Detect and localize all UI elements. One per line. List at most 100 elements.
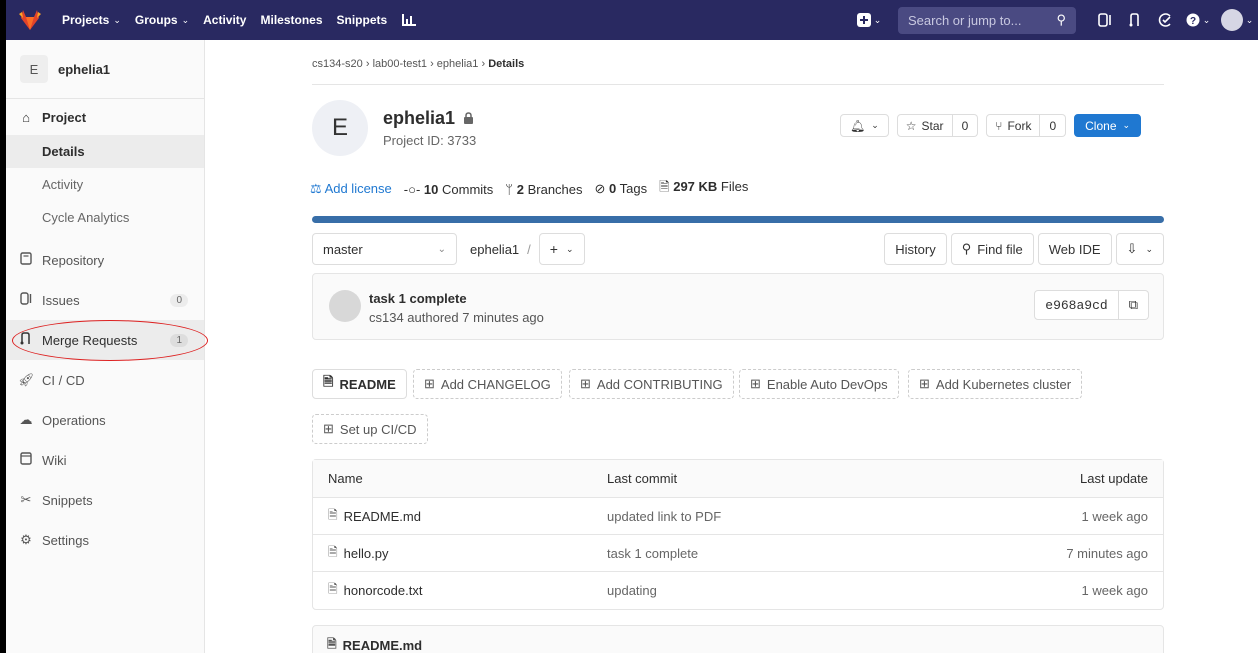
add-changelog-button[interactable]: ⊞ Add CHANGELOG <box>413 369 562 399</box>
clone-button[interactable]: Clone ⌄ <box>1074 114 1142 137</box>
analytics-chart-icon[interactable] <box>401 13 417 27</box>
branches-link[interactable]: ᛘ 2 Branches <box>505 182 582 197</box>
snippets-link[interactable]: Snippets <box>337 13 388 27</box>
todo-icon[interactable] <box>1150 13 1180 27</box>
sidebar-item-operations[interactable]: ☁︎ Operations <box>6 400 204 440</box>
milestones-link[interactable]: Milestones <box>260 13 322 27</box>
breadcrumb-separator-icon: › <box>365 58 373 70</box>
sidebar-item-snippets[interactable]: ✂ Snippets <box>6 480 204 520</box>
page-title: ephelia1 <box>383 108 474 129</box>
tag-icon: ⊘ <box>594 181 606 196</box>
sidebar-item-repository[interactable]: Repository <box>6 240 204 280</box>
file-name[interactable]: 🗎︎ hello.py <box>328 543 388 564</box>
star-button[interactable]: ☆ Star <box>896 114 953 137</box>
plus-square-icon: ⊞ <box>750 376 761 391</box>
fork-count[interactable]: 0 <box>1040 114 1067 137</box>
commit-sha[interactable]: e968a9cd <box>1034 290 1119 320</box>
activity-link[interactable]: Activity <box>203 13 246 27</box>
merge-request-icon[interactable] <box>1120 13 1150 27</box>
notification-button[interactable]: 🔔︎ ⌄ <box>840 114 889 137</box>
file-last-commit[interactable]: updating <box>607 583 657 598</box>
top-navbar: Projects ⌄ Groups ⌄ Activity Milestones Sn… <box>0 0 1258 40</box>
download-button[interactable]: ⇩ ⌄ <box>1115 233 1164 265</box>
file-icon: 🗎︎ <box>328 507 338 522</box>
tags-link[interactable]: ⊘ 0 Tags <box>595 181 648 197</box>
tags-count: 0 <box>609 181 617 196</box>
files-link[interactable]: 🗎︎ 297 KB Files <box>659 178 748 200</box>
table-row[interactable]: 🗎︎ README.md updated link to PDF 1 week a… <box>313 498 1163 535</box>
add-license-link[interactable]: ⚖ Add license <box>310 181 392 197</box>
file-icon: 🗎︎ <box>659 179 670 194</box>
branches-count: 2 <box>516 181 524 197</box>
lock-icon <box>463 108 474 129</box>
issues-icon <box>18 292 34 308</box>
find-file-label: Find file <box>977 241 1023 257</box>
star-count[interactable]: 0 <box>952 114 979 137</box>
add-to-tree-button[interactable]: + ⌄ <box>538 233 585 265</box>
sidebar-item-merge-requests[interactable]: Merge Requests 1 <box>6 320 208 361</box>
breadcrumb-subgroup[interactable]: lab00-test1 <box>373 58 427 70</box>
sidebar-item-wiki[interactable]: Wiki <box>6 440 204 480</box>
chevron-down-icon: ⌄ <box>113 14 121 25</box>
cicd-label: Set up CI/CD <box>339 421 417 437</box>
fork-button[interactable]: ⑂ Fork <box>986 114 1041 137</box>
column-header-last-update: Last update <box>1080 471 1148 486</box>
file-last-update: 1 week ago <box>1081 508 1149 524</box>
file-icon: 🗎︎ <box>328 582 338 596</box>
groups-menu[interactable]: Groups ⌄ <box>135 13 189 27</box>
sidebar-item-project[interactable]: ⌂ Project <box>6 99 204 135</box>
main-content: cs134-s20 › lab00-test1 › ephelia1 › Det… <box>206 40 1258 653</box>
sidebar-item-cycle-analytics[interactable]: Cycle Analytics <box>6 201 204 234</box>
branch-selector[interactable]: master ⌄ <box>312 233 457 265</box>
add-contributing-button[interactable]: ⊞ Add CONTRIBUTING <box>569 369 734 399</box>
sidebar-item-cicd[interactable]: 🚀︎ CI / CD <box>6 360 204 400</box>
commits-link[interactable]: -○- 10 Commits <box>404 182 494 197</box>
sidebar-item-details[interactable]: Details <box>6 135 204 168</box>
sidebar-item-label: CI / CD <box>42 372 85 388</box>
issues-icon[interactable] <box>1090 13 1120 27</box>
rocket-icon: 🚀︎ <box>18 372 35 387</box>
fork-label: Fork <box>1007 118 1032 133</box>
copy-sha-button[interactable]: ⧉ <box>1118 290 1149 320</box>
readme-title[interactable]: README.md <box>343 638 422 653</box>
user-avatar-menu[interactable]: ⌄ <box>1216 9 1258 31</box>
path-root[interactable]: ephelia1 <box>470 242 519 257</box>
chevron-down-icon: ⌄ <box>437 243 446 255</box>
web-ide-button[interactable]: Web IDE <box>1037 233 1112 265</box>
sidebar-item-settings[interactable]: ⚙ Settings <box>6 520 204 560</box>
table-row[interactable]: 🗎︎ honorcode.txt updating 1 week ago <box>313 572 1163 609</box>
commit-title[interactable]: task 1 complete <box>369 291 467 306</box>
breadcrumb-group[interactable]: cs134-s20 <box>312 58 363 70</box>
add-kubernetes-cluster-button[interactable]: ⊞ Add Kubernetes cluster <box>908 369 1083 399</box>
commits-count: 10 <box>423 181 439 197</box>
commit-icon: -○- <box>403 181 421 197</box>
file-last-update: 1 week ago <box>1081 583 1149 598</box>
readme-button[interactable]: 🗎︎ README <box>312 369 407 399</box>
projects-menu[interactable]: Projects ⌄ <box>62 13 121 27</box>
breadcrumb-project[interactable]: ephelia1 <box>437 58 479 70</box>
table-row[interactable]: 🗎︎ hello.py task 1 complete 7 minutes ago <box>313 535 1163 572</box>
sidebar-item-issues[interactable]: Issues 0 <box>6 280 204 320</box>
sidebar-item-label: Issues <box>42 292 80 308</box>
history-button[interactable]: History <box>884 233 947 265</box>
path-breadcrumb: ephelia1 / + ⌄ <box>470 233 585 265</box>
help-icon[interactable]: ? ⌄ <box>1180 13 1216 27</box>
file-name[interactable]: 🗎︎ honorcode.txt <box>328 580 422 601</box>
branch-name: master <box>323 241 363 257</box>
sidebar-item-activity[interactable]: Activity <box>6 168 204 201</box>
find-file-button[interactable]: ⚲ Find file <box>950 233 1034 265</box>
sidebar-project-header[interactable]: E ephelia1 <box>6 40 204 99</box>
search-icon: ⚲ <box>1056 12 1066 27</box>
toolbar-actions: History ⚲ Find file Web IDE ⇩ ⌄ <box>884 233 1164 265</box>
file-name[interactable]: 🗎︎ README.md <box>328 506 421 527</box>
chevron-down-icon: ⌄ <box>1122 120 1131 130</box>
new-item-plus-icon[interactable]: ⌄ <box>852 13 886 27</box>
set-up-cicd-button[interactable]: ⊞ Set up CI/CD <box>312 414 428 444</box>
file-last-commit[interactable]: updated link to PDF <box>607 509 721 524</box>
enable-auto-devops-button[interactable]: ⊞ Enable Auto DevOps <box>739 369 899 399</box>
files-label: Files <box>720 179 749 194</box>
search-input[interactable]: Search or jump to... ⚲ <box>898 6 1076 34</box>
sidebar-item-label: Snippets <box>42 492 93 508</box>
file-last-commit[interactable]: task 1 complete <box>607 546 698 561</box>
gitlab-logo-icon[interactable] <box>12 0 48 40</box>
